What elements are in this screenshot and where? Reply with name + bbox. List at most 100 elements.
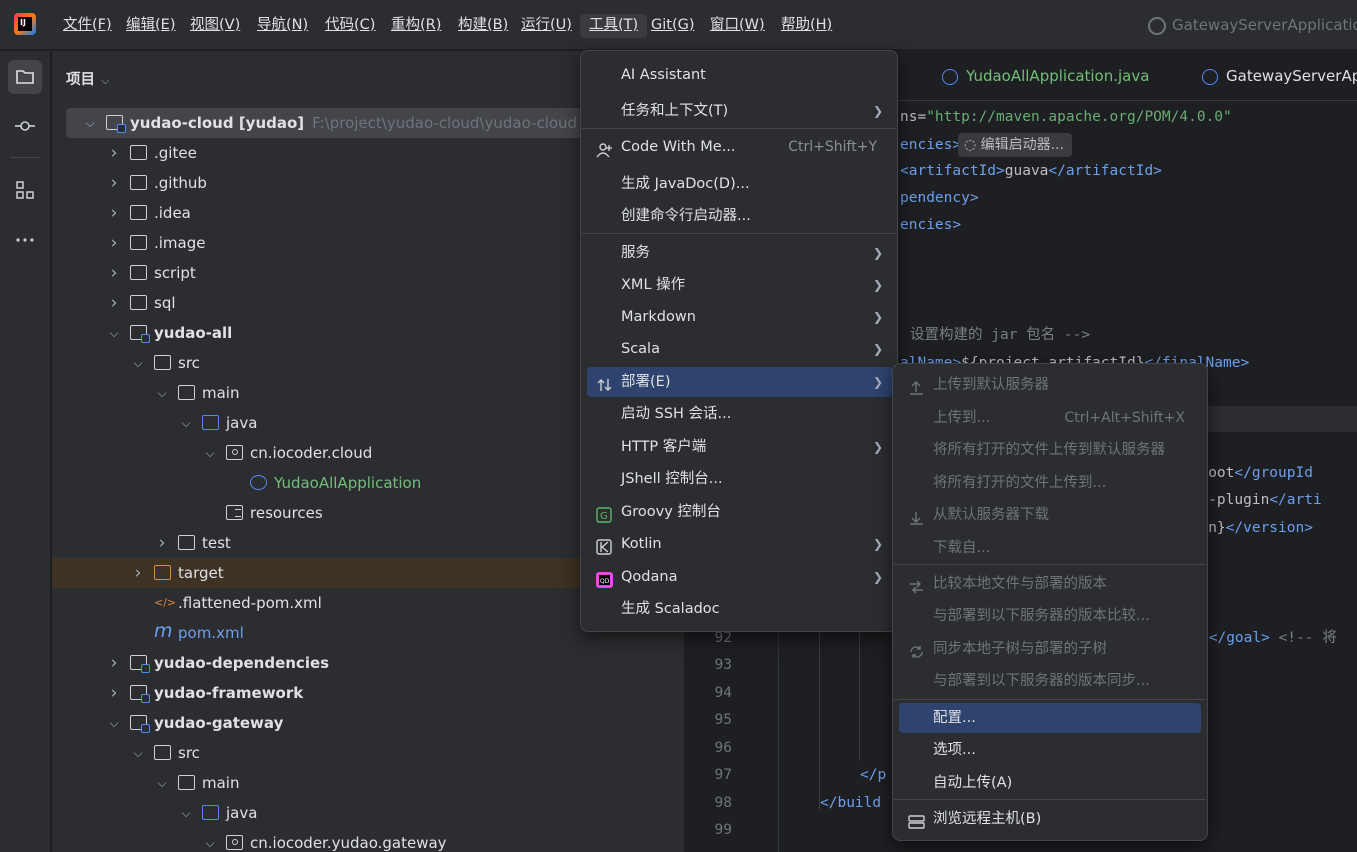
menu-label: 导航(N) [257, 17, 309, 33]
menu-item-启动-ssh-会话[interactable]: 启动 SSH 会话... [587, 399, 893, 429]
code-token: 设置构建的 jar 包名 --> [910, 327, 1091, 343]
tab-gateway-server-application[interactable]: GatewayServerAp [1202, 65, 1357, 87]
menu-item-配置[interactable]: 配置... [899, 703, 1201, 733]
folder-icon [178, 535, 195, 550]
chevron-right-icon[interactable]: › [130, 558, 146, 588]
source-folder-icon [202, 805, 219, 820]
project-view-selector[interactable]: 项目 ⌵ [66, 68, 109, 89]
more-tools-button[interactable] [8, 223, 42, 257]
chevron-right-icon[interactable]: › [106, 198, 122, 228]
menu-item-生成-javadoc-d[interactable]: 生成 JavaDoc(D)... [587, 169, 893, 199]
menu-git-g[interactable]: Git(G) [651, 14, 695, 38]
module-folder-icon [130, 655, 150, 673]
tree-label-text: test [202, 534, 231, 552]
chevron-down-icon[interactable]: ⌵ [202, 828, 218, 852]
tree-item-src[interactable]: ⌵ src [52, 738, 684, 768]
menu-编辑-e[interactable]: 编辑(E) [126, 14, 175, 38]
chevron-down-icon[interactable]: ⌵ [130, 348, 146, 378]
menu-item-qodana[interactable]: QD Qodana ❯ [587, 562, 893, 592]
chevron-down-icon[interactable]: ⌵ [82, 108, 98, 138]
edit-launcher-inlay[interactable]: ◌ 编辑启动器... [958, 133, 1073, 157]
code-token: "http://maven.apache.org/POM/4.0.0" [926, 109, 1232, 125]
menu-item-自动上传-a[interactable]: 自动上传(A) [899, 768, 1201, 798]
menu-item-服务[interactable]: 服务 ❯ [587, 238, 893, 268]
menu-运行-u[interactable]: 运行(U) [521, 14, 572, 38]
folder-icon [16, 70, 34, 84]
chevron-right-icon[interactable]: › [106, 288, 122, 318]
menu-item-kotlin[interactable]: Kotlin ❯ [587, 529, 893, 559]
project-tool-button[interactable] [8, 60, 42, 94]
chevron-right-icon[interactable]: › [154, 528, 170, 558]
tree-label-text: resources [250, 504, 323, 522]
menu-item-部署-e[interactable]: 部署(E) ❯ [587, 367, 893, 397]
menu-构建-b[interactable]: 构建(B) [458, 14, 508, 38]
chevron-right-icon[interactable]: › [106, 678, 122, 708]
menu-item-scala[interactable]: Scala ❯ [587, 334, 893, 364]
chevron-down-icon[interactable]: ⌵ [106, 708, 122, 738]
menu-item-markdown[interactable]: Markdown ❯ [587, 302, 893, 332]
chevron-right-icon: ❯ [872, 278, 883, 292]
menu-窗口-w[interactable]: 窗口(W) [710, 14, 765, 38]
menu-item-label: 部署(E) [621, 374, 671, 390]
chevron-down-icon[interactable]: ⌵ [130, 738, 146, 768]
tree-item-cn-iocoder-yudao-gateway[interactable]: ⌵ cn.iocoder.yudao.gateway [52, 828, 684, 852]
chevron-right-icon[interactable]: › [106, 258, 122, 288]
tab-yudao-all-application[interactable]: YudaoAllApplication.java [942, 65, 1149, 87]
menu-item-创建命令行启动器[interactable]: 创建命令行启动器... [587, 201, 893, 231]
menu-item-label: 配置... [933, 710, 976, 726]
folder-icon [130, 175, 147, 190]
commit-tool-button[interactable] [8, 109, 42, 143]
tree-item-main[interactable]: ⌵ main [52, 768, 684, 798]
tree-item-yudao-gateway[interactable]: ⌵ yudao-gateway [52, 708, 684, 738]
chevron-right-icon[interactable]: › [106, 168, 122, 198]
menu-item-xml-操作[interactable]: XML 操作 ❯ [587, 270, 893, 300]
menu-item-jshell-控制台[interactable]: JShell 控制台... [587, 464, 893, 494]
menu-label: 文件(F) [63, 17, 112, 33]
menu-item-http-客户端[interactable]: HTTP 客户端 ❯ [587, 432, 893, 462]
menu-文件-f[interactable]: 文件(F) [63, 14, 112, 38]
tree-item-java[interactable]: ⌵ java [52, 798, 684, 828]
menu-item-任务和上下文-t[interactable]: 任务和上下文(T) ❯ [587, 96, 893, 126]
tree-item-label: resources [250, 498, 323, 528]
tree-label-text: .image [154, 234, 206, 252]
menu-item-label: 比较本地文件与部署的版本 [933, 576, 1107, 592]
download-icon [908, 507, 925, 525]
chevron-right-icon[interactable]: › [106, 138, 122, 168]
menu-帮助-h[interactable]: 帮助(H) [781, 14, 832, 38]
menu-label: 代码(C) [325, 17, 376, 33]
spring-class-icon [1202, 68, 1218, 85]
chevron-down-icon[interactable]: ⌵ [106, 318, 122, 348]
chevron-down-icon: ⌵ [101, 74, 110, 87]
intellij-logo-icon[interactable]: IJ [14, 13, 36, 35]
tree-item-label: yudao-all [154, 318, 232, 348]
chevron-down-icon[interactable]: ⌵ [154, 768, 170, 798]
chevron-down-icon[interactable]: ⌵ [178, 798, 194, 828]
menu-视图-v[interactable]: 视图(V) [190, 14, 240, 38]
tree-label-text: main [202, 384, 240, 402]
menu-item-groovy-控制台[interactable]: G Groovy 控制台 [587, 497, 893, 527]
structure-tool-button[interactable] [8, 173, 42, 207]
menu-重构-r[interactable]: 重构(R) [391, 14, 441, 38]
chevron-down-icon[interactable]: ⌵ [202, 438, 218, 468]
run-configuration-selector[interactable]: GatewayServerApplication [1148, 14, 1357, 38]
tree-item-yudao-framework[interactable]: › yudao-framework [52, 678, 684, 708]
chevron-right-icon[interactable]: › [106, 228, 122, 258]
menu-item-浏览远程主机-b[interactable]: 浏览远程主机(B) [899, 804, 1201, 834]
menu-separator [894, 699, 1206, 700]
chevron-down-icon[interactable]: ⌵ [178, 408, 194, 438]
tree-label-text: yudao-all [154, 324, 233, 342]
tree-item-yudao-dependencies[interactable]: › yudao-dependencies [52, 648, 684, 678]
tree-item-yudao-cloud-yudao[interactable]: ⌵ yudao-cloud [yudao] F:\project\yudao-clo… [66, 108, 586, 138]
menu-导航-n[interactable]: 导航(N) [257, 14, 308, 38]
folder-icon [154, 355, 171, 370]
menu-工具-t[interactable]: 工具(T) [580, 14, 648, 38]
menu-item-生成-scaladoc[interactable]: 生成 Scaladoc [587, 594, 893, 624]
menu-item-code-with-me[interactable]: Code With Me... Ctrl+Shift+Y [587, 132, 893, 162]
menu-item-选项[interactable]: 选项... [899, 735, 1201, 765]
deployment-submenu: 上传到默认服务器 上传到... Ctrl+Alt+Shift+X 将所有打开的文件上传… [892, 363, 1208, 841]
chevron-down-icon[interactable]: ⌵ [154, 378, 170, 408]
menu-item-ai-assistant[interactable]: AI Assistant [587, 60, 893, 90]
tree-item-label: yudao-cloud [yudao] F:\project\yudao-clou… [130, 108, 577, 138]
chevron-right-icon[interactable]: › [106, 648, 122, 678]
menu-代码-c[interactable]: 代码(C) [325, 14, 375, 38]
